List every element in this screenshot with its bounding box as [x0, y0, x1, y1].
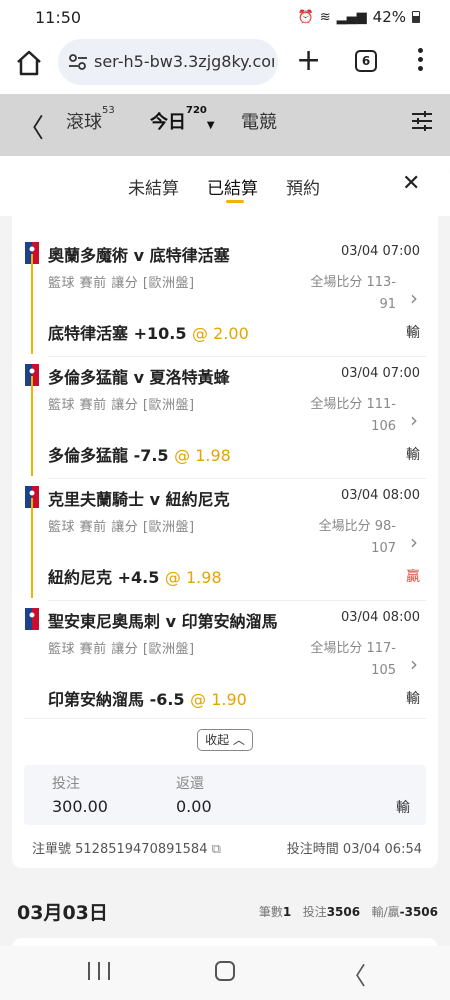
status-bar: 11:50 ⏰ ≋ ▂▄▆ 42% — [0, 0, 450, 34]
chevron-down-icon: ▼ — [206, 120, 215, 131]
chevron-right-icon[interactable]: › — [410, 530, 418, 554]
bet-footer: 注單號 5128519470891584 ⧉ 投注時間 03/04 06:54 — [32, 838, 422, 857]
timeline-line — [31, 498, 33, 598]
summary-result: 輸 — [396, 800, 410, 816]
parlay-card: 奧蘭多魔術 v 底特律活塞 03/04 07:00 籃球 賽前 讓分 [歐洲盤]… — [12, 216, 438, 868]
day-date: 03月03日 — [17, 902, 108, 924]
home-icon[interactable] — [14, 48, 44, 78]
system-back-icon[interactable]: 〈 — [342, 956, 366, 991]
url-text[interactable]: ser-h5-bw3.3zjg8ky.com — [94, 52, 274, 71]
browser-toolbar: ser-h5-bw3.3zjg8ky.com + 6 — [0, 34, 450, 94]
final-score: 全場比分 98- 107 — [318, 519, 396, 556]
match-datetime: 03/04 08:00 — [340, 610, 420, 625]
copy-icon[interactable]: ⧉ — [212, 842, 221, 857]
tab-settled[interactable]: 已結算 — [207, 174, 258, 199]
bet-meta: 籃球 賽前 讓分 [歐洲盤] — [48, 520, 195, 535]
system-home-icon[interactable] — [215, 961, 235, 981]
collapse-button[interactable]: 收起 ︿ — [197, 729, 253, 751]
match-datetime: 03/04 07:00 — [340, 244, 420, 259]
nba-logo-icon — [25, 608, 39, 630]
bet-pick: 紐約尼克 +4.5 @ 1.98 — [48, 568, 222, 587]
return-label: 返還 — [176, 776, 204, 792]
tab-unsettled[interactable]: 未結算 — [128, 174, 179, 199]
day-group-header: 03月03日 筆數1 投注3506 輸/贏-3506 — [0, 886, 450, 930]
sheet-header: 未結算 已結算 預約 ✕ — [0, 156, 450, 216]
match-title: 奧蘭多魔術 v 底特律活塞 — [48, 246, 230, 265]
bet-summary: 投注 300.00 返還 0.00 輸 — [24, 765, 426, 825]
stake-label: 投注 — [52, 776, 80, 792]
final-score: 全場比分 111- 106 — [310, 397, 396, 434]
bet-result: 輸 — [406, 447, 420, 463]
bet-result: 輸 — [406, 325, 420, 341]
chevron-right-icon[interactable]: › — [410, 286, 418, 310]
battery-percent: 42% — [372, 8, 406, 26]
final-score: 全場比分 117- 105 — [310, 641, 396, 678]
bet-result: 贏 — [406, 569, 420, 585]
bet-meta: 籃球 賽前 讓分 [歐洲盤] — [48, 398, 195, 413]
recents-icon[interactable] — [88, 962, 110, 980]
more-menu-icon[interactable] — [418, 48, 424, 75]
alarm-icon: ⏰ — [297, 9, 314, 25]
bet-odds: @ 1.98 — [174, 446, 231, 465]
bet-leg[interactable]: 克里夫蘭騎士 v 紐約尼克 03/04 08:00 籃球 賽前 讓分 [歐洲盤]… — [12, 478, 438, 600]
match-title: 聖安東尼奧馬刺 v 印第安納溜馬 — [48, 612, 278, 631]
system-nav-bar: 〈 — [0, 946, 450, 1000]
bet-odds: @ 1.90 — [190, 690, 247, 709]
close-icon[interactable]: ✕ — [402, 171, 420, 196]
return-value: 0.00 — [176, 797, 212, 816]
stake-value: 300.00 — [52, 797, 108, 816]
bet-time: 投注時間 03/04 06:54 — [286, 842, 422, 857]
match-datetime: 03/04 07:00 — [340, 366, 420, 381]
bet-history-sheet: 未結算 已結算 預約 ✕ 奧蘭多魔術 v 底特律活塞 03/04 07:00 籃… — [0, 156, 450, 1000]
back-icon[interactable]: 〈 — [18, 108, 44, 145]
bet-pick: 底特律活塞 +10.5 @ 2.00 — [48, 324, 249, 343]
day-stats: 筆數1 投注3506 輸/贏-3506 — [258, 905, 438, 919]
divider — [24, 718, 426, 719]
match-title: 克里夫蘭騎士 v 紐約尼克 — [48, 490, 230, 509]
filter-icon[interactable] — [410, 110, 434, 132]
bet-result: 輸 — [406, 691, 420, 707]
chevron-right-icon[interactable]: › — [410, 652, 418, 676]
bet-odds: @ 1.98 — [164, 568, 222, 587]
bet-odds: @ 2.00 — [192, 324, 249, 343]
bet-meta: 籃球 賽前 讓分 [歐洲盤] — [48, 276, 195, 291]
bet-leg[interactable]: 多倫多猛龍 v 夏洛特黃蜂 03/04 07:00 籃球 賽前 讓分 [歐洲盤]… — [12, 356, 438, 478]
app-header: 〈 滾球53 今日720▼ 電競 — [0, 94, 450, 156]
bet-pick: 印第安納溜馬 -6.5 @ 1.90 — [48, 690, 247, 709]
status-icons: ⏰ ≋ ▂▄▆ 42% — [298, 8, 420, 26]
nav-tab-live[interactable]: 滾球53 — [66, 105, 115, 134]
timeline-line — [31, 254, 33, 354]
bet-leg[interactable]: 奧蘭多魔術 v 底特律活塞 03/04 07:00 籃球 賽前 讓分 [歐洲盤]… — [12, 234, 438, 356]
match-title: 多倫多猛龍 v 夏洛特黃蜂 — [48, 368, 230, 387]
bet-meta: 籃球 賽前 讓分 [歐洲盤] — [48, 642, 195, 657]
site-settings-icon[interactable] — [68, 53, 88, 71]
bet-pick: 多倫多猛龍 -7.5 @ 1.98 — [48, 446, 231, 465]
status-time: 11:50 — [35, 8, 82, 27]
signal-icon: ▂▄▆ — [336, 9, 367, 25]
nav-tab-today[interactable]: 今日720▼ — [150, 105, 215, 134]
active-tab-indicator — [226, 200, 244, 203]
timeline-line — [31, 376, 33, 476]
order-number: 注單號 5128519470891584 — [32, 842, 208, 857]
tab-reserved[interactable]: 預約 — [286, 174, 320, 199]
wifi-icon: ≋ — [319, 9, 331, 25]
final-score: 全場比分 113- 91 — [310, 275, 396, 312]
bet-leg[interactable]: 聖安東尼奧馬刺 v 印第安納溜馬 03/04 08:00 籃球 賽前 讓分 [歐… — [12, 600, 438, 722]
nav-tab-esports[interactable]: 電競 — [241, 108, 277, 134]
new-tab-button[interactable]: + — [296, 46, 321, 76]
battery-icon — [412, 11, 420, 23]
chevron-right-icon[interactable]: › — [410, 408, 418, 432]
address-bar[interactable]: ser-h5-bw3.3zjg8ky.com — [58, 39, 278, 85]
tab-count-button[interactable]: 6 — [355, 50, 377, 72]
match-datetime: 03/04 08:00 — [340, 488, 420, 503]
